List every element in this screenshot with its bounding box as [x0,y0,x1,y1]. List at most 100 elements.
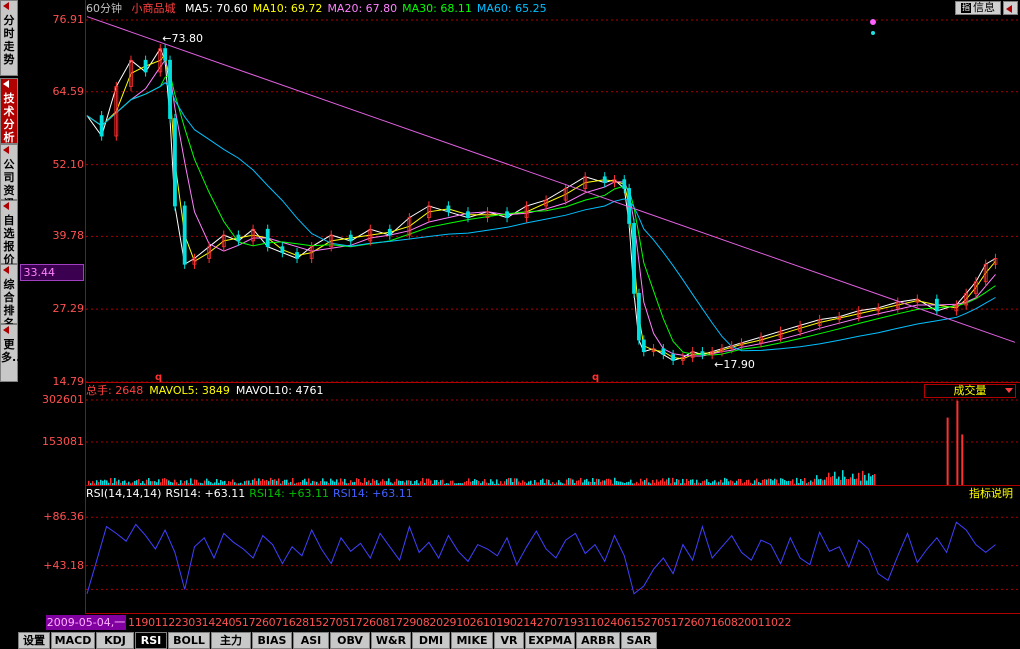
volume-bar [294,483,296,485]
y-axis-tick-label: +86.36 [43,510,84,524]
volume-bar [372,478,374,485]
volume-bar [758,482,760,485]
indicator-tab-mike[interactable]: MIKE [451,632,493,649]
volume-bar [720,479,722,485]
volume-bar [794,483,796,485]
volume-bar [836,478,838,485]
volume-bar [826,477,828,485]
volume-bar [782,478,784,485]
indicator-help-button[interactable]: 指标说明 [966,487,1016,501]
y-axis-tick-label: 76.91 [52,13,85,26]
volume-bar [834,471,836,485]
indicator-tab-[interactable]: 主力 [211,632,251,649]
volume-bar [332,480,334,485]
volume-bar [352,482,354,485]
candle-body [280,246,285,253]
left-tab-1[interactable]: 技术分析 [0,78,18,144]
volume-bar [246,480,248,485]
volume-bar [538,482,540,485]
indicator-tab-sar[interactable]: SAR [621,632,657,649]
event-marker-dot[interactable] [871,31,875,35]
indicator-tab-macd[interactable]: MACD [51,632,95,649]
volume-bar [370,483,372,485]
volume-bar [500,481,502,485]
volume-bar [466,481,468,485]
close-panel-button[interactable] [1003,1,1018,15]
volume-bar [414,481,416,485]
volume-bar [266,479,268,485]
left-tab-5[interactable]: 更多... [0,324,25,382]
volume-bar [388,478,390,485]
volume-bar [118,479,120,485]
event-marker-dot[interactable] [870,19,876,25]
volume-bar [550,483,552,485]
volume-bar [850,477,852,485]
volume-bar [146,479,148,485]
indicator-tab-expma[interactable]: EXPMA [525,632,575,649]
volume-bar [194,479,196,485]
volume-bar [610,479,612,485]
volume-bar [716,482,718,485]
info-mine-marker[interactable]: q [155,372,162,383]
indicator-tab-vr[interactable]: VR [494,632,524,649]
volume-bar [454,483,456,485]
volume-indicator-label: 成交量 [953,384,987,397]
volume-bar [410,480,412,485]
indicator-tab-dmi[interactable]: DMI [412,632,450,649]
volume-bar [824,479,826,485]
volume-bar [404,482,406,485]
indicator-tab-rsi[interactable]: RSI [135,632,167,649]
volume-bar [284,479,286,485]
indicator-tab-wr[interactable]: W&R [371,632,411,649]
volume-bar [796,477,798,485]
volume-bar [814,478,816,485]
volume-bar [116,481,118,485]
volume-indicator-selector[interactable]: 成交量 [924,384,1016,398]
volume-bar [288,482,290,485]
candle-body [265,228,270,248]
volume-bar [534,480,536,485]
indicator-tab-arbr[interactable]: ARBR [576,632,620,649]
candle-body [627,188,632,224]
indicator-tab-asi[interactable]: ASI [293,632,329,649]
volume-bar [816,475,818,485]
volume-bar [264,480,266,485]
indicator-tab-bias[interactable]: BIAS [252,632,292,649]
volume-bar [268,481,270,485]
volume-bar [434,480,436,485]
indicator-tab-boll[interactable]: BOLL [168,632,210,649]
volume-legend: 总手: 2648 MAVOL5: 3849 MAVOL10: 4761 [86,384,329,398]
volume-bar [572,479,574,485]
volume-bar [666,479,668,485]
indicator-tab-obv[interactable]: OBV [330,632,370,649]
left-tab-label: 分时走势 [3,14,15,66]
volume-bar [524,481,526,485]
left-tab-0[interactable]: 分时走势 [0,0,18,76]
indicator-tab-kdj[interactable]: KDJ [96,632,134,649]
info-mine-marker[interactable]: q [592,372,599,383]
volume-bar [752,483,754,485]
info-button[interactable]: 指信息 [955,1,1001,15]
volume-bar [314,481,316,485]
volume-bar [810,480,812,485]
left-tab-2[interactable]: 公司资讯 [0,144,18,210]
volume-bar [746,479,748,485]
ma-legend-item: MA5: 70.60 [185,2,248,15]
y-axis-tick-label: 39.78 [52,229,85,243]
indicator-tab-[interactable]: 设置 [18,632,50,649]
candle-body [446,205,451,213]
volume-bar [148,477,150,485]
volume-bar [400,481,402,485]
volume-bar [496,479,498,485]
left-tab-3[interactable]: 自选报价 [0,200,18,266]
volume-bar [256,481,258,485]
left-tab-4[interactable]: 综合排名 [0,264,18,330]
volume-bar [356,478,358,485]
volume-bar [680,483,682,485]
y-axis-tick-label: 64.59 [52,84,85,98]
ma-legend-item: MA10: 69.72 [252,2,323,15]
volume-bar [228,481,230,485]
volume-bar [788,480,790,485]
volume-bar [360,482,362,485]
volume-bar [704,480,706,485]
